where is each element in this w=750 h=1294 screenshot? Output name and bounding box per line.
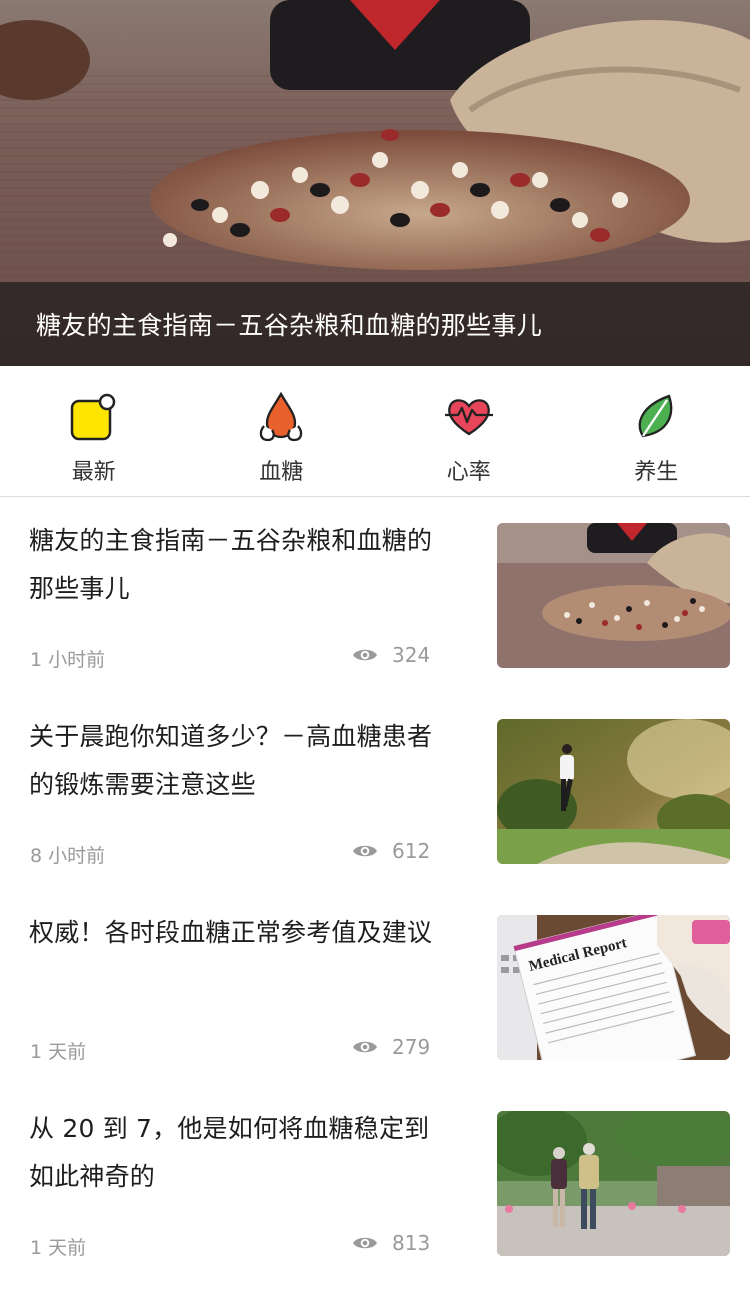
grains-photo xyxy=(497,523,730,668)
elderly-couple-photo xyxy=(497,1111,730,1256)
article-item[interactable]: 从 20 到 7，他是如何将血糖稳定到如此神奇的 1 天前 813 xyxy=(0,1085,750,1281)
article-time: 1 小时前 xyxy=(30,649,106,671)
category-heart-rate[interactable]: 心率 xyxy=(375,366,563,496)
article-views: 612 xyxy=(352,839,430,863)
article-time: 1 天前 xyxy=(30,1041,87,1063)
article-thumbnail xyxy=(497,1111,730,1256)
article-view-count: 612 xyxy=(392,839,431,863)
article-title: 权威！各时段血糖正常参考值及建议 xyxy=(29,918,433,947)
article-list: 糖友的主食指南－五谷杂粮和血糖的那些事儿 1 小时前 324 关于晨跑你知道多少… xyxy=(0,497,750,1281)
article-time: 8 小时前 xyxy=(30,845,106,867)
runner-photo xyxy=(497,719,730,864)
article-title: 糖友的主食指南－五谷杂粮和血糖的那些事儿 xyxy=(29,526,433,603)
article-item[interactable]: 糖友的主食指南－五谷杂粮和血糖的那些事儿 1 小时前 324 xyxy=(0,497,750,693)
eye-icon xyxy=(352,647,378,663)
category-blood-sugar-label: 血糖 xyxy=(259,460,304,485)
eye-icon xyxy=(352,1235,378,1251)
article-view-count: 324 xyxy=(392,643,431,667)
category-wellness[interactable]: 养生 xyxy=(563,366,750,496)
category-heart-rate-label: 心率 xyxy=(446,460,491,485)
leaf-icon xyxy=(629,390,683,444)
category-wellness-label: 养生 xyxy=(634,460,679,485)
article-time: 1 天前 xyxy=(30,1237,87,1259)
eye-icon xyxy=(352,843,378,859)
article-view-count: 279 xyxy=(392,1035,431,1059)
category-latest[interactable]: 最新 xyxy=(0,366,188,496)
article-views: 324 xyxy=(352,643,430,667)
article-view-count: 813 xyxy=(392,1231,431,1255)
article-title: 关于晨跑你知道多少？－高血糖患者的锻炼需要注意这些 xyxy=(29,722,433,799)
article-thumbnail xyxy=(497,523,730,668)
category-nav: 最新 血糖 心率 养生 xyxy=(0,366,750,497)
hero-banner[interactable]: 糖友的主食指南－五谷杂粮和血糖的那些事儿 xyxy=(0,0,750,366)
medical-report-photo: Medical Report xyxy=(497,915,730,1060)
heart-rate-icon xyxy=(442,390,496,444)
article-views: 813 xyxy=(352,1231,430,1255)
blood-drop-icon xyxy=(254,390,308,444)
eye-icon xyxy=(352,1039,378,1055)
article-item[interactable]: 权威！各时段血糖正常参考值及建议 1 天前 279 Medical Report xyxy=(0,889,750,1085)
article-item[interactable]: 关于晨跑你知道多少？－高血糖患者的锻炼需要注意这些 8 小时前 612 xyxy=(0,693,750,889)
category-latest-label: 最新 xyxy=(71,460,116,485)
hero-title: 糖友的主食指南－五谷杂粮和血糖的那些事儿 xyxy=(36,311,543,340)
hero-caption: 糖友的主食指南－五谷杂粮和血糖的那些事儿 xyxy=(0,282,750,366)
article-title: 从 20 到 7，他是如何将血糖稳定到如此神奇的 xyxy=(29,1114,430,1191)
article-thumbnail xyxy=(497,719,730,864)
new-badge-icon xyxy=(67,390,121,444)
article-views: 279 xyxy=(352,1035,430,1059)
article-thumbnail: Medical Report xyxy=(497,915,730,1060)
category-blood-sugar[interactable]: 血糖 xyxy=(188,366,376,496)
